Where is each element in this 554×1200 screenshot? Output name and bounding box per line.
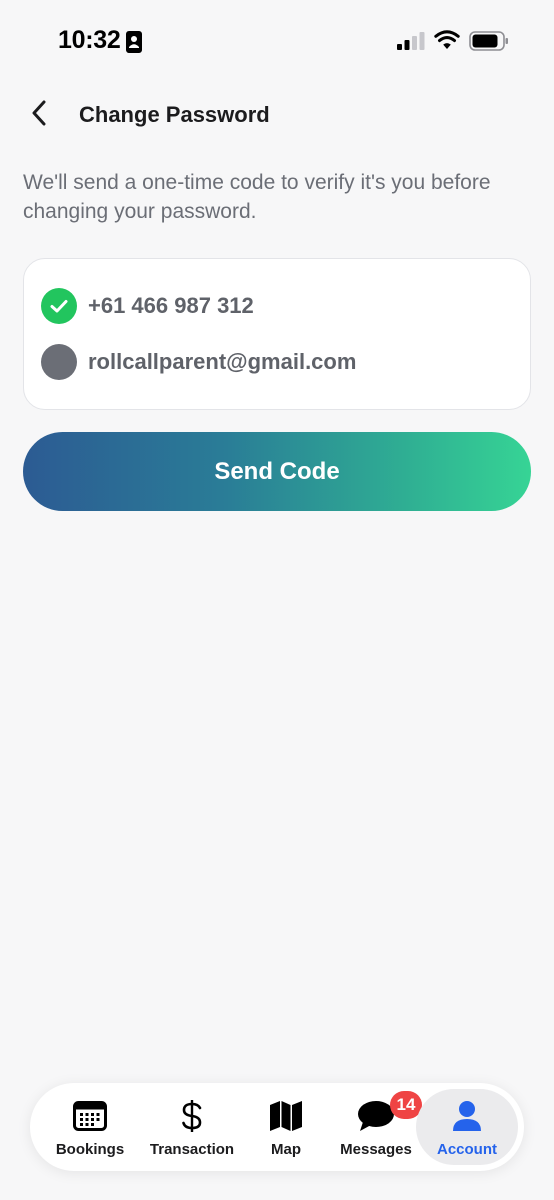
- description-text: We'll send a one-time code to verify it'…: [23, 171, 491, 223]
- map-icon: [269, 1099, 303, 1133]
- email-option[interactable]: rollcallparent@gmail.com: [41, 344, 356, 380]
- contact-card-icon: [126, 31, 142, 58]
- phone-option-label: +61 466 987 312: [88, 293, 254, 318]
- status-time: 10:32: [58, 26, 121, 54]
- change-password-screen: 10:32 Change Password We'll send a one-t…: [0, 0, 554, 1200]
- chevron-left-icon: [30, 100, 48, 131]
- battery-icon: [469, 31, 509, 56]
- tab-messages[interactable]: Messages 14: [334, 1089, 422, 1165]
- tab-bookings-label: Bookings: [55, 1141, 125, 1158]
- tab-account[interactable]: Account: [416, 1089, 518, 1165]
- person-icon: [452, 1099, 482, 1133]
- tab-bookings[interactable]: Bookings: [52, 1089, 128, 1165]
- wifi-icon: [434, 30, 460, 55]
- header: Change Password: [0, 90, 554, 140]
- status-bar: 10:32: [0, 0, 554, 84]
- email-option-label: rollcallparent@gmail.com: [88, 349, 357, 374]
- calendar-icon: [73, 1099, 107, 1133]
- contact-options-card: +61 466 987 312 rollcallparent@gmail.com: [23, 258, 531, 410]
- tab-map-label: Map: [271, 1141, 301, 1158]
- dollar-icon: [180, 1099, 204, 1133]
- page-title: Change Password: [79, 102, 270, 127]
- tab-map[interactable]: Map: [252, 1089, 320, 1165]
- tab-messages-label: Messages: [340, 1141, 412, 1158]
- send-code-button[interactable]: Send Code: [23, 432, 531, 511]
- tab-account-label: Account: [437, 1141, 497, 1158]
- checkmark-circle-icon: [41, 288, 77, 324]
- tab-transaction[interactable]: Transaction: [142, 1089, 242, 1165]
- back-button[interactable]: [22, 98, 56, 132]
- tab-transaction-label: Transaction: [149, 1141, 235, 1158]
- phone-option[interactable]: +61 466 987 312: [41, 288, 254, 324]
- radio-unselected-icon: [41, 344, 77, 380]
- bottom-tab-bar: Bookings Transaction Map Messages 14 Acc…: [30, 1083, 524, 1171]
- cellular-signal-icon: [397, 32, 425, 55]
